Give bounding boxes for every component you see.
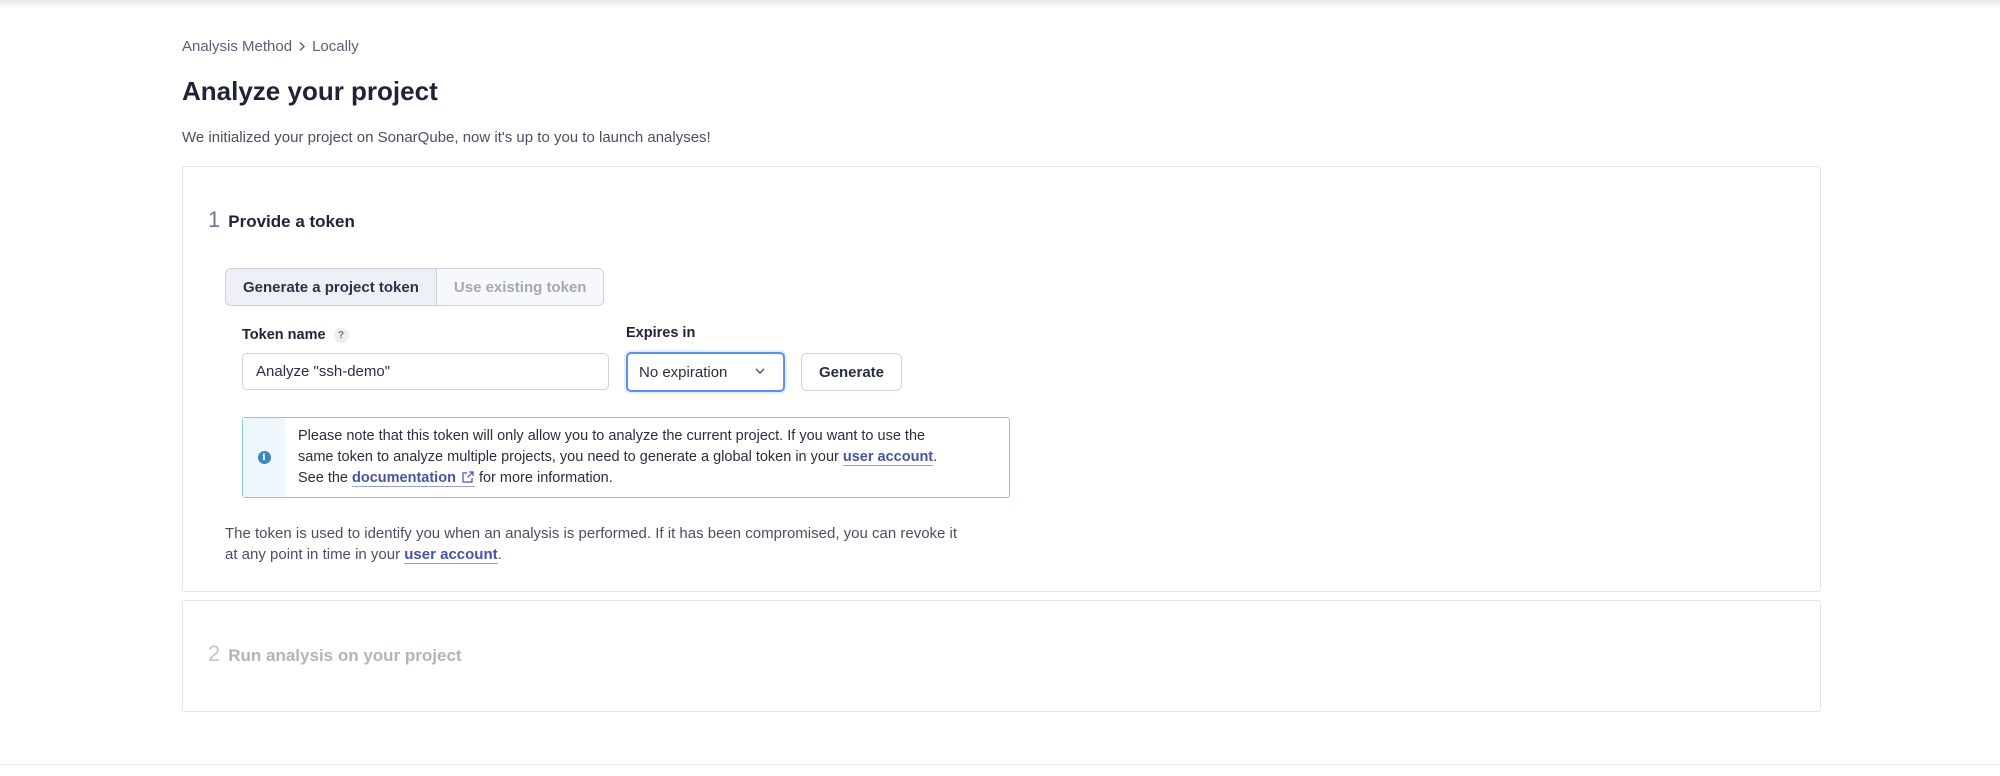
token-name-input[interactable] (242, 353, 609, 390)
breadcrumb-item-analysis-method[interactable]: Analysis Method (182, 38, 292, 55)
page-description: We initialized your project on SonarQube… (182, 129, 711, 146)
alert-line-3: See the documentation for more informati… (298, 468, 937, 491)
documentation-link[interactable]: documentation (352, 470, 475, 487)
token-explanation: The token is used to identify you when a… (225, 523, 1005, 565)
expires-in-label: Expires in (626, 325, 696, 341)
step-2-header: 2 Run analysis on your project (208, 641, 462, 667)
step-title: Run analysis on your project (228, 646, 462, 665)
question-mark-icon[interactable]: ? (333, 327, 349, 343)
step-2-card: 2 Run analysis on your project (182, 600, 1821, 712)
token-explanation-line-2: at any point in time in your user accoun… (225, 544, 1005, 565)
step-1-card: 1 Provide a token Generate a project tok… (182, 166, 1821, 592)
chevron-right-icon (298, 39, 306, 55)
expiration-select[interactable]: No expiration (626, 352, 785, 392)
chevron-down-icon (754, 364, 766, 381)
generate-project-token-option[interactable]: Generate a project token (226, 269, 437, 305)
token-explanation-line-2-text: at any point in time in your (225, 546, 405, 563)
alert-line-2-end: . (933, 449, 938, 465)
use-existing-token-option[interactable]: Use existing token (436, 269, 604, 305)
info-icon: i (257, 451, 271, 464)
token-name-label-text: Token name (242, 327, 326, 343)
step-number: 2 (208, 641, 221, 666)
top-shadow (0, 0, 2000, 8)
alert-line-2-text: same token to analyze multiple projects,… (298, 449, 843, 465)
user-account-link-footer[interactable]: user account (404, 546, 498, 564)
expiration-select-value: No expiration (639, 363, 728, 381)
token-name-label: Token name ? (242, 327, 349, 343)
breadcrumb-item-locally: Locally (312, 38, 359, 55)
step-title: Provide a token (228, 212, 355, 231)
token-explanation-line-2-end: . (497, 546, 502, 563)
step-1-header: 1 Provide a token (208, 207, 355, 233)
info-alert-icon-area: i (243, 418, 285, 497)
alert-line-3-end: for more information. (474, 470, 613, 486)
documentation-link-text: documentation (352, 470, 456, 486)
token-explanation-line-1: The token is used to identify you when a… (225, 525, 958, 542)
info-alert-body: Please note that this token will only al… (285, 418, 937, 497)
generate-button[interactable]: Generate (801, 353, 902, 391)
token-type-toggle: Generate a project token Use existing to… (225, 268, 605, 306)
external-link-icon (461, 470, 475, 491)
alert-line-3-text: See the (298, 470, 353, 486)
breadcrumb: Analysis Method Locally (182, 38, 359, 55)
user-account-link[interactable]: user account (842, 449, 934, 466)
info-alert: i Please note that this token will only … (242, 417, 1010, 498)
alert-line-2: same token to analyze multiple projects,… (298, 447, 937, 468)
page-title: Analyze your project (182, 76, 438, 106)
alert-line-1: Please note that this token will only al… (298, 428, 926, 444)
step-number: 1 (208, 207, 221, 232)
bottom-divider (0, 764, 2000, 765)
